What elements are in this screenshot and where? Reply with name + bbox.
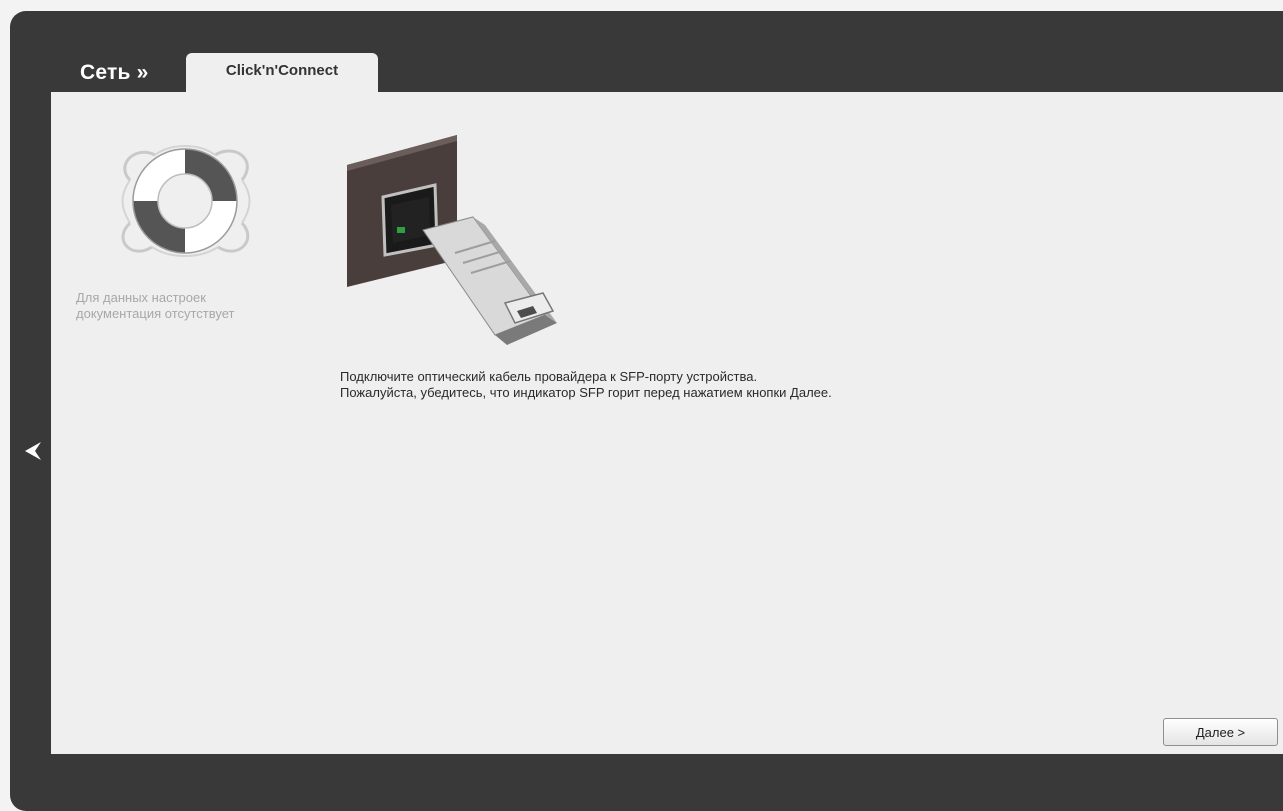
lifebuoy-icon[interactable] <box>110 125 260 275</box>
breadcrumb: Сеть » <box>80 61 149 84</box>
instruction-line-1: Подключите оптический кабель провайдера … <box>340 369 758 384</box>
help-text-line-1: Для данных настроек <box>76 290 206 305</box>
tab-click-n-connect[interactable]: Click'n'Connect <box>186 53 378 93</box>
sfp-module-illustration <box>347 135 557 345</box>
help-text-line-2: документация отсутствует <box>76 306 235 321</box>
instruction-line-2: Пожалуйста, убедитесь, что индикатор SFP… <box>340 385 832 400</box>
help-text: Для данных настроек документация отсутст… <box>76 290 291 322</box>
chevron-left-icon[interactable] <box>21 436 45 466</box>
next-button[interactable]: Далее > <box>1163 718 1278 746</box>
instructions-text: Подключите оптический кабель провайдера … <box>340 369 832 401</box>
